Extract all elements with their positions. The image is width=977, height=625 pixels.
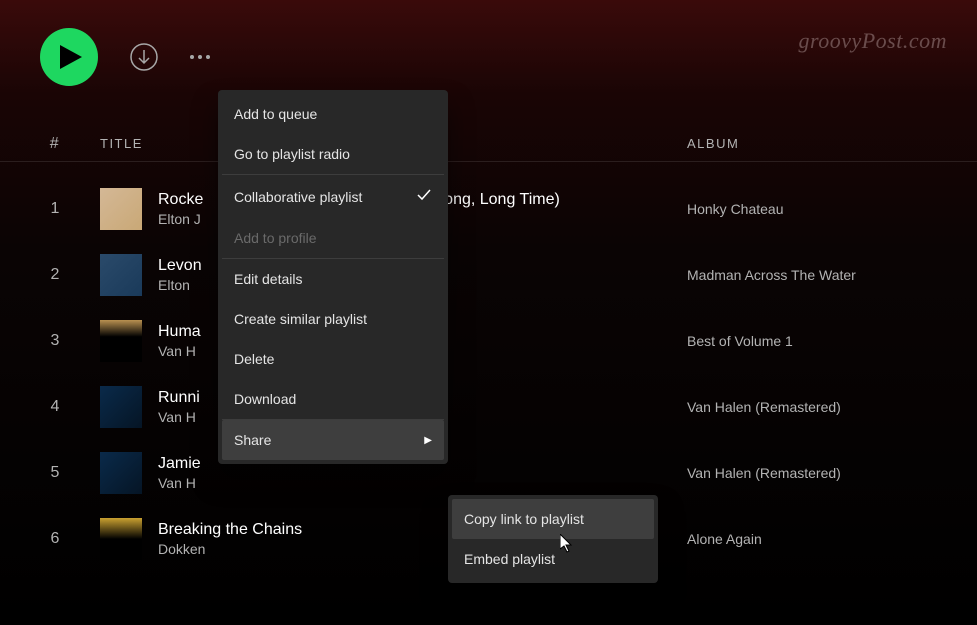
dot-icon bbox=[190, 55, 194, 59]
chevron-right-icon: ▶ bbox=[424, 435, 432, 446]
album-art bbox=[100, 188, 142, 230]
download-icon bbox=[129, 42, 159, 72]
context-menu: Add to queue Go to playlist radio Collab… bbox=[218, 90, 448, 464]
menu-item-label: Share bbox=[234, 432, 271, 448]
play-button[interactable] bbox=[40, 28, 98, 86]
track-row[interactable]: 4 Runnin' with the Devil - 2015 Remaster… bbox=[40, 378, 937, 436]
menu-share[interactable]: Share ▶ bbox=[222, 420, 444, 460]
track-album[interactable]: Best of Volume 1 bbox=[687, 333, 937, 349]
album-art bbox=[100, 386, 142, 428]
track-number: 5 bbox=[40, 464, 70, 482]
more-options-button[interactable] bbox=[190, 55, 210, 59]
menu-edit-details[interactable]: Edit details bbox=[222, 259, 444, 299]
track-album[interactable]: Honky Chateau bbox=[687, 201, 937, 217]
menu-playlist-radio[interactable]: Go to playlist radio bbox=[222, 134, 444, 174]
share-submenu: Copy link to playlist Embed playlist bbox=[448, 495, 658, 583]
dot-icon bbox=[206, 55, 210, 59]
track-artist[interactable]: Dokken bbox=[158, 541, 302, 557]
album-art bbox=[100, 518, 142, 560]
menu-delete[interactable]: Delete bbox=[222, 339, 444, 379]
menu-download[interactable]: Download bbox=[222, 379, 444, 419]
track-artist[interactable]: Elton bbox=[158, 277, 202, 293]
track-row[interactable]: 5 Jamie Van H Van Halen (Remastered) bbox=[40, 444, 937, 502]
column-album: ALBUM bbox=[687, 136, 937, 151]
menu-add-to-queue[interactable]: Add to queue bbox=[222, 94, 444, 134]
track-album[interactable]: Van Halen (Remastered) bbox=[687, 465, 937, 481]
track-number: 2 bbox=[40, 266, 70, 284]
track-number: 4 bbox=[40, 398, 70, 416]
track-album[interactable]: Alone Again bbox=[687, 531, 937, 547]
track-album[interactable]: Madman Across The Water bbox=[687, 267, 937, 283]
track-title: Huma bbox=[158, 323, 201, 341]
track-title: Breaking the Chains bbox=[158, 521, 302, 539]
check-icon bbox=[416, 187, 432, 206]
track-row[interactable]: 1 Rocket Man (I Think It's Going To Be A… bbox=[40, 180, 937, 238]
track-number: 1 bbox=[40, 200, 70, 218]
track-number: 6 bbox=[40, 530, 70, 548]
album-art bbox=[100, 452, 142, 494]
menu-collaborative-playlist[interactable]: Collaborative playlist bbox=[222, 175, 444, 218]
play-icon bbox=[60, 45, 82, 69]
track-title: Levon bbox=[158, 257, 202, 275]
track-row[interactable]: 3 Huma Van H Best of Volume 1 bbox=[40, 312, 937, 370]
track-list-header: # TITLE ALBUM bbox=[0, 126, 977, 162]
track-number: 3 bbox=[40, 332, 70, 350]
submenu-copy-link[interactable]: Copy link to playlist bbox=[452, 499, 654, 539]
dot-icon bbox=[198, 55, 202, 59]
watermark: groovyPost.com bbox=[798, 28, 947, 54]
menu-create-similar[interactable]: Create similar playlist bbox=[222, 299, 444, 339]
track-title: Jamie bbox=[158, 455, 201, 473]
track-row[interactable]: 2 Levon Elton Madman Across The Water bbox=[40, 246, 937, 304]
track-artist[interactable]: Van H bbox=[158, 475, 201, 491]
track-album[interactable]: Van Halen (Remastered) bbox=[687, 399, 937, 415]
track-artist[interactable]: Van H bbox=[158, 343, 201, 359]
submenu-embed-playlist[interactable]: Embed playlist bbox=[452, 539, 654, 579]
album-art bbox=[100, 254, 142, 296]
download-button[interactable] bbox=[126, 39, 162, 75]
menu-item-label: Collaborative playlist bbox=[234, 189, 362, 205]
album-art bbox=[100, 320, 142, 362]
column-number: # bbox=[40, 135, 70, 153]
menu-add-to-profile: Add to profile bbox=[222, 218, 444, 258]
